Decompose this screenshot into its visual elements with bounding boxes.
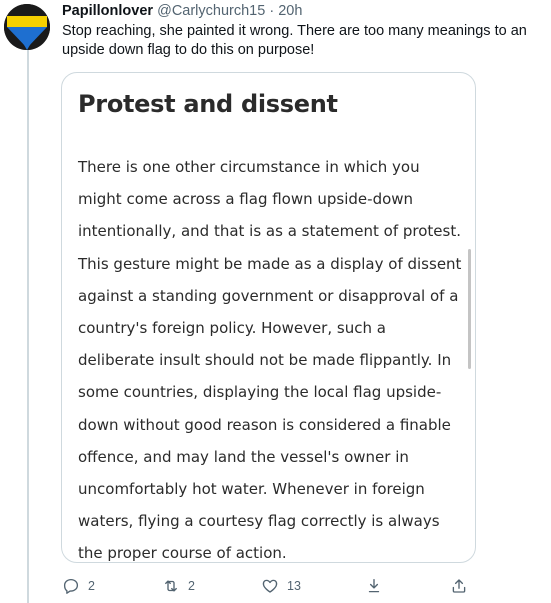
- reply-button[interactable]: 2: [62, 574, 95, 598]
- card-body: There is one other circumstance in which…: [78, 158, 462, 563]
- tweet-text: Stop reaching, she painted it wrong. The…: [62, 23, 527, 58]
- tweet-header: Papillonlover @Carlychurch15 · 20h: [62, 2, 302, 20]
- avatar-image: [4, 4, 50, 50]
- heart-icon: [262, 579, 278, 593]
- avatar-column: [0, 0, 60, 603]
- attached-image[interactable]: Protest and dissent There is one other c…: [61, 72, 476, 563]
- card-title: Protest and dissent: [78, 90, 338, 118]
- retweet-icon: [165, 580, 177, 592]
- share-button[interactable]: [450, 574, 468, 598]
- like-count: 13: [287, 579, 301, 593]
- tweet-actions: 2 2 13: [60, 574, 480, 598]
- like-button[interactable]: 13: [261, 574, 301, 598]
- timestamp[interactable]: 20h: [278, 3, 302, 19]
- share-icon: [452, 579, 466, 593]
- retweet-button[interactable]: 2: [162, 574, 195, 598]
- reply-icon: [63, 578, 79, 594]
- author-handle[interactable]: @Carlychurch15: [157, 3, 265, 19]
- retweet-count: 2: [188, 579, 195, 593]
- reply-count: 2: [88, 579, 95, 593]
- scrollbar-thumb: [468, 249, 471, 369]
- separator-dot: ·: [269, 3, 275, 19]
- author-name[interactable]: Papillonlover: [62, 3, 153, 19]
- download-button[interactable]: [365, 574, 383, 598]
- tweet[interactable]: Papillonlover @Carlychurch15 · 20h Stop …: [0, 0, 551, 603]
- thread-line: [27, 46, 29, 603]
- download-icon: [368, 578, 380, 593]
- avatar[interactable]: [4, 4, 50, 50]
